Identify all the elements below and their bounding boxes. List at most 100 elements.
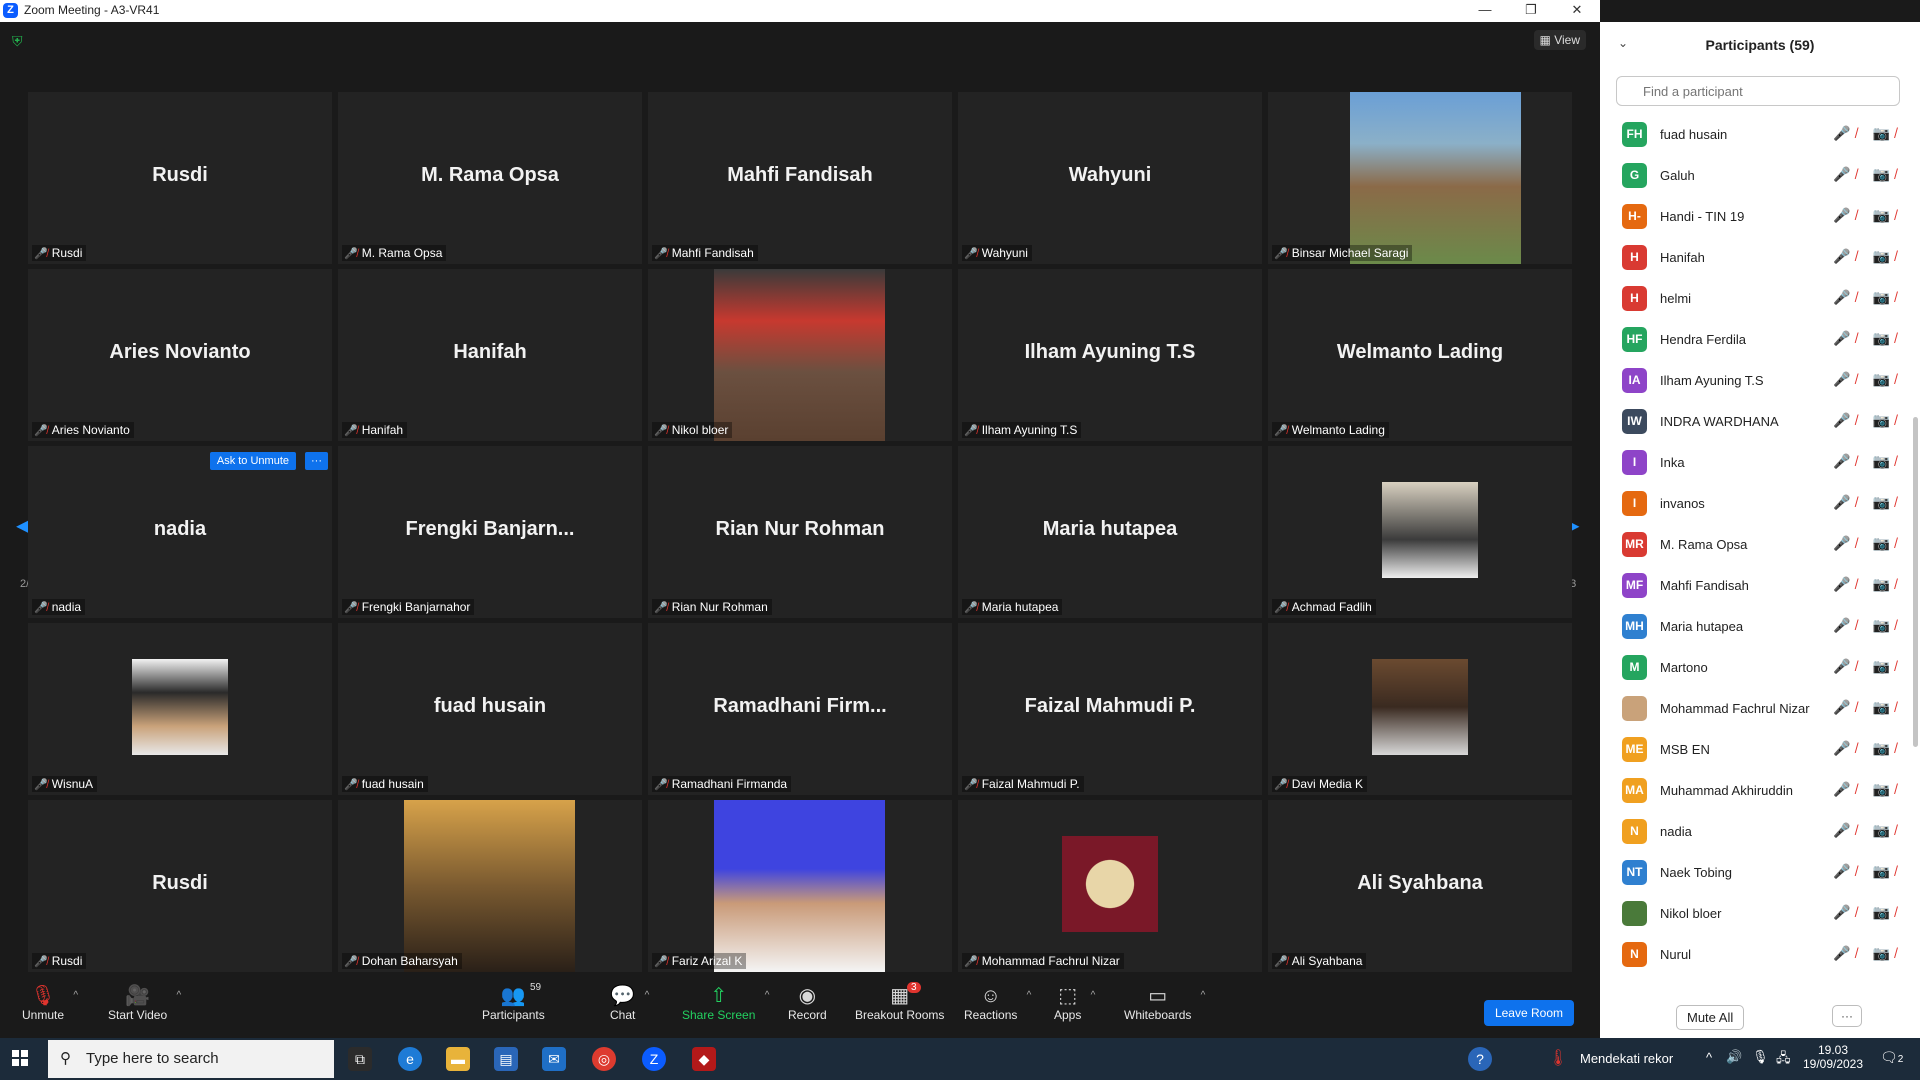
video-tile[interactable]: 🎤̸ Mohammad Fachrul Nizar <box>958 800 1262 972</box>
participants-scrollbar[interactable] <box>1913 417 1918 747</box>
speaker-icon[interactable]: 🔊 <box>1726 1049 1742 1065</box>
video-tile[interactable]: 🎤̸ Achmad Fadlih <box>1268 446 1572 618</box>
notification-icon[interactable]: 🗨2 <box>1880 1049 1903 1066</box>
participant-row[interactable]: H- Handi - TIN 19 🎤̸ 📷̸ <box>1600 196 1910 237</box>
participant-row[interactable]: IA Ilham Ayuning T.S 🎤̸ 📷̸ <box>1600 360 1910 401</box>
participant-row[interactable]: G Galuh 🎤̸ 📷̸ <box>1600 155 1910 196</box>
video-tile[interactable]: 🎤̸ Davi Media K <box>1268 623 1572 795</box>
help-icon[interactable]: ? <box>1468 1047 1492 1071</box>
share-screen-button[interactable]: ⇧ Share Screen ^ <box>682 984 769 1022</box>
video-tile[interactable]: Aries Novianto 🎤̸ Aries Novianto <box>28 269 332 441</box>
participant-row[interactable]: Iinvanos 🎤̸ 📷̸ <box>1600 483 1910 524</box>
apps-options-caret-icon[interactable]: ^ <box>1091 990 1096 1001</box>
participant-row[interactable]: Hhelmi 🎤̸ 📷̸ <box>1600 278 1910 319</box>
tile-display-name: M. Rama Opsa <box>421 164 559 186</box>
participant-row[interactable]: N Nurul 🎤̸ 📷̸ <box>1600 934 1910 975</box>
minimize-button[interactable]: — <box>1462 0 1508 22</box>
participant-row[interactable]: FH fuad husain 🎤̸ 📷̸ <box>1600 114 1910 155</box>
mail-icon[interactable]: ✉ <box>542 1047 566 1071</box>
reactions-options-caret-icon[interactable]: ^ <box>1027 990 1032 1001</box>
close-button[interactable]: ✕ <box>1554 0 1600 22</box>
panel-more-options-button[interactable]: ··· <box>1832 1005 1862 1027</box>
unmute-button[interactable]: 🎙 Unmute ^ <box>22 984 78 1022</box>
participant-row[interactable]: MA Muhammad Akhiruddin 🎤̸ 📷̸ <box>1600 770 1910 811</box>
muted-mic-icon: 🎤̸ <box>344 602 358 614</box>
video-tile[interactable]: Ilham Ayuning T.S 🎤̸ Ilham Ayuning T.S <box>958 269 1262 441</box>
microphone-icon[interactable]: 🎙 <box>1752 1049 1769 1065</box>
video-tile[interactable]: Rian Nur Rohman 🎤̸ Rian Nur Rohman <box>648 446 952 618</box>
apps-button[interactable]: ⬚ Apps ^ <box>1054 984 1095 1022</box>
clock[interactable]: 19.03 19/09/2023 <box>1798 1043 1868 1071</box>
chrome-browser-icon[interactable]: ◎ <box>592 1047 616 1071</box>
participant-name: Mahfi Fandisah <box>1660 578 1749 593</box>
audio-options-caret-icon[interactable]: ^ <box>73 990 78 1001</box>
record-button[interactable]: ◉ Record <box>788 984 827 1022</box>
participant-row[interactable]: M Martono 🎤̸ 📷̸ <box>1600 647 1910 688</box>
chat-button[interactable]: 💬 Chat ^ <box>610 984 649 1022</box>
video-tile[interactable]: Mahfi Fandisah 🎤̸ Mahfi Fandisah <box>648 92 952 264</box>
edge-browser-icon[interactable]: e <box>398 1047 422 1071</box>
chat-options-caret-icon[interactable]: ^ <box>645 990 650 1001</box>
video-tile[interactable]: 🎤̸ Binsar Michael Saragi <box>1268 92 1572 264</box>
video-tile[interactable]: Rusdi 🎤̸ Rusdi <box>28 92 332 264</box>
microsoft-store-icon[interactable]: ▤ <box>494 1047 518 1071</box>
task-view-icon[interactable]: ⧉ <box>348 1047 372 1071</box>
video-tile[interactable]: Faizal Mahmudi P. 🎤̸ Faizal Mahmudi P. <box>958 623 1262 795</box>
video-tile[interactable]: Ramadhani Firm... 🎤̸ Ramadhani Firmanda <box>648 623 952 795</box>
tile-more-options-button[interactable]: ··· <box>305 452 328 470</box>
file-explorer-icon[interactable]: ▬ <box>446 1047 470 1071</box>
participants-list[interactable]: FH fuad husain 🎤̸ 📷̸ G Galuh 🎤̸ 📷̸ H- Handi - T… <box>1600 114 1910 990</box>
start-video-button[interactable]: 🎥 Start Video ^ <box>108 984 181 1022</box>
video-tile[interactable]: 🎤̸ WisnuA <box>28 623 332 795</box>
find-participant-input[interactable] <box>1616 76 1900 106</box>
video-tile[interactable]: 🎤̸ Nikol bloer <box>648 269 952 441</box>
video-tile[interactable]: Hanifah 🎤̸ Hanifah <box>338 269 642 441</box>
participant-row[interactable]: Mohammad Fachrul Nizar 🎤̸ 📷̸ <box>1600 688 1910 729</box>
breakout-rooms-button[interactable]: ▦ 3 Breakout Rooms <box>855 982 944 1022</box>
participant-row[interactable]: HF Hendra Ferdila 🎤̸ 📷̸ <box>1600 319 1910 360</box>
participant-row[interactable]: I Inka 🎤̸ 📷̸ <box>1600 442 1910 483</box>
participant-row[interactable]: H Hanifah 🎤̸ 📷̸ <box>1600 237 1910 278</box>
taskbar-search-box[interactable]: ⚲ Type here to search <box>48 1040 334 1078</box>
video-tile[interactable]: 🎤̸ Fariz Arizal K <box>648 800 952 972</box>
restore-button[interactable]: ❐ <box>1508 0 1554 22</box>
mute-all-button[interactable]: Mute All <box>1676 1005 1745 1030</box>
antivirus-app-icon[interactable]: ◆ <box>692 1047 716 1071</box>
whiteboards-button[interactable]: ▭ Whiteboards ^ <box>1124 984 1205 1022</box>
whiteboard-options-caret-icon[interactable]: ^ <box>1201 990 1206 1001</box>
participant-row[interactable]: ME MSB EN 🎤̸ 📷̸ <box>1600 729 1910 770</box>
reactions-button[interactable]: ☺ Reactions ^ <box>964 984 1031 1022</box>
participant-row[interactable]: NT Naek Tobing 🎤̸ 📷̸ <box>1600 852 1910 893</box>
participants-button[interactable]: 👥 59 Participants <box>482 982 545 1022</box>
participant-name: Maria hutapea <box>1660 619 1744 634</box>
zoom-app-icon[interactable]: Z <box>642 1047 666 1071</box>
video-tile[interactable]: Maria hutapea 🎤̸ Maria hutapea <box>958 446 1262 618</box>
video-tile[interactable]: Ali Syahbana 🎤̸ Ali Syahbana <box>1268 800 1572 972</box>
windows-start-icon[interactable] <box>12 1050 28 1066</box>
ask-to-unmute-button[interactable]: Ask to Unmute <box>209 452 296 470</box>
weather-text[interactable]: Mendekati rekor <box>1580 1051 1673 1066</box>
video-tile[interactable]: Frengki Banjarn... 🎤̸ Frengki Banjarnahor <box>338 446 642 618</box>
participant-row[interactable]: IW INDRA WARDHANA 🎤̸ 📷̸ <box>1600 401 1910 442</box>
participant-row[interactable]: MH Maria hutapea 🎤̸ 📷̸ <box>1600 606 1910 647</box>
video-tile[interactable]: Welmanto Lading 🎤̸ Welmanto Lading <box>1268 269 1572 441</box>
participant-row[interactable]: Nikol bloer 🎤̸ 📷̸ <box>1600 893 1910 934</box>
video-tile[interactable]: Rusdi 🎤̸ Rusdi <box>28 800 332 972</box>
video-tile[interactable]: Wahyuni 🎤̸ Wahyuni <box>958 92 1262 264</box>
video-options-caret-icon[interactable]: ^ <box>176 990 181 1001</box>
leave-room-button[interactable]: Leave Room <box>1483 1000 1574 1026</box>
video-tile[interactable]: nadia 🎤̸ nadia Ask to Unmute ··· <box>28 446 332 618</box>
network-icon[interactable]: 🖧 <box>1776 1049 1791 1071</box>
participant-row[interactable]: MR M. Rama Opsa 🎤̸ 📷̸ <box>1600 524 1910 565</box>
participant-avatar: N <box>1622 942 1647 967</box>
tray-overflow-chevron-icon[interactable]: ^ <box>1706 1050 1712 1065</box>
share-options-caret-icon[interactable]: ^ <box>765 990 770 1001</box>
security-shield-icon[interactable]: ⛨ <box>12 34 26 48</box>
view-button[interactable]: ▦ View <box>1533 30 1586 50</box>
participant-row[interactable]: MF Mahfi Fandisah 🎤̸ 📷̸ <box>1600 565 1910 606</box>
video-tile[interactable]: 🎤̸ Dohan Baharsyah <box>338 800 642 972</box>
participant-row[interactable]: Nnadia 🎤̸ 📷̸ <box>1600 811 1910 852</box>
video-tile[interactable]: M. Rama Opsa 🎤̸ M. Rama Opsa <box>338 92 642 264</box>
video-tile[interactable]: fuad husain 🎤̸ fuad husain <box>338 623 642 795</box>
reactions-icon: ☺ <box>980 985 1001 1007</box>
